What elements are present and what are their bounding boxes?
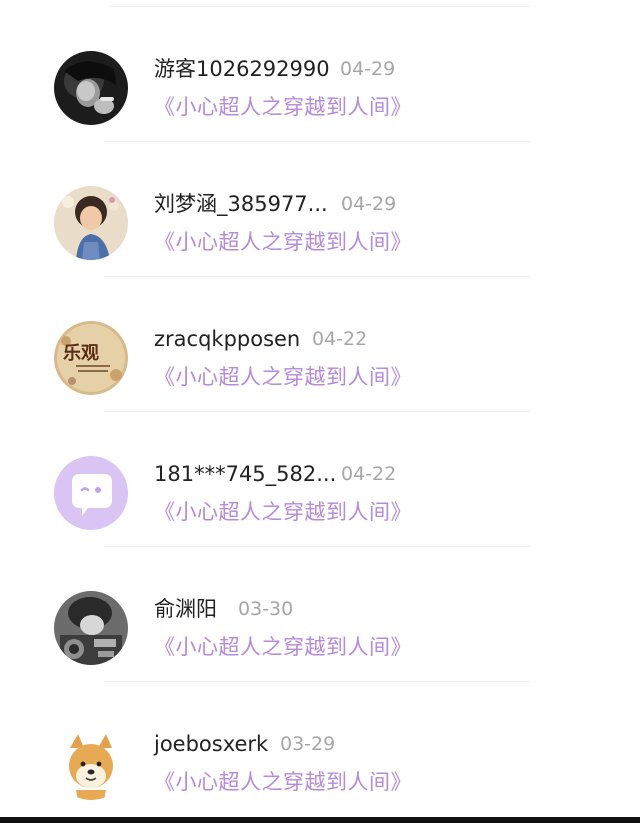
- comment-date: 04-22: [341, 463, 397, 485]
- username[interactable]: 俞渊阳: [154, 596, 217, 622]
- book-title-link[interactable]: 《小心超人之穿越到人间》: [154, 364, 412, 390]
- comment-item[interactable]: 俞渊阳 03-30 《小心超人之穿越到人间》: [0, 540, 640, 682]
- book-title-link[interactable]: 《小心超人之穿越到人间》: [154, 634, 412, 660]
- username[interactable]: 刘梦涵_385977...: [154, 191, 328, 217]
- username[interactable]: 181***745_582...: [154, 461, 336, 487]
- username[interactable]: joebosxerk: [154, 731, 268, 757]
- comment-item[interactable]: 181***745_582... 04-22 《小心超人之穿越到人间》: [0, 405, 640, 547]
- username[interactable]: zracqkpposen: [154, 326, 300, 352]
- comment-date: 03-29: [280, 733, 336, 755]
- comment-date: 04-29: [340, 58, 396, 80]
- comment-item[interactable]: 乐观 zracqkpposen 04-22 《小心超人之穿越到人间》: [0, 270, 640, 412]
- username[interactable]: 游客1026292990: [154, 56, 330, 82]
- book-title-link[interactable]: 《小心超人之穿越到人间》: [154, 229, 412, 255]
- comment-item[interactable]: joebosxerk 03-29 《小心超人之穿越到人间》: [0, 675, 640, 810]
- default-chat-bubble-avatar-icon[interactable]: [54, 456, 128, 530]
- bw-portrait-avatar-icon[interactable]: [54, 51, 128, 125]
- comment-item[interactable]: 刘梦涵_385977... 04-29 《小心超人之穿越到人间》: [0, 135, 640, 277]
- comment-date: 04-22: [312, 328, 368, 350]
- comment-list: 游客1026292990 04-29 《小心超人之穿越到人间》 刘梦涵_3859…: [0, 0, 640, 823]
- book-title-link[interactable]: 《小心超人之穿越到人间》: [154, 769, 412, 795]
- comment-date: 03-30: [238, 598, 294, 620]
- book-title-link[interactable]: 《小心超人之穿越到人间》: [154, 94, 412, 120]
- shiba-dog-avatar-icon[interactable]: [54, 726, 128, 800]
- optimism-badge-avatar-icon[interactable]: 乐观: [54, 321, 128, 395]
- avatar-badge-text: 乐观: [63, 343, 99, 364]
- comment-date: 04-29: [341, 193, 397, 215]
- comment-item[interactable]: 游客1026292990 04-29 《小心超人之穿越到人间》: [0, 0, 640, 142]
- bottom-bar: [0, 817, 640, 823]
- motorbike-photo-avatar-icon[interactable]: [54, 591, 128, 665]
- girl-photo-avatar-icon[interactable]: [54, 186, 128, 260]
- book-title-link[interactable]: 《小心超人之穿越到人间》: [154, 499, 412, 525]
